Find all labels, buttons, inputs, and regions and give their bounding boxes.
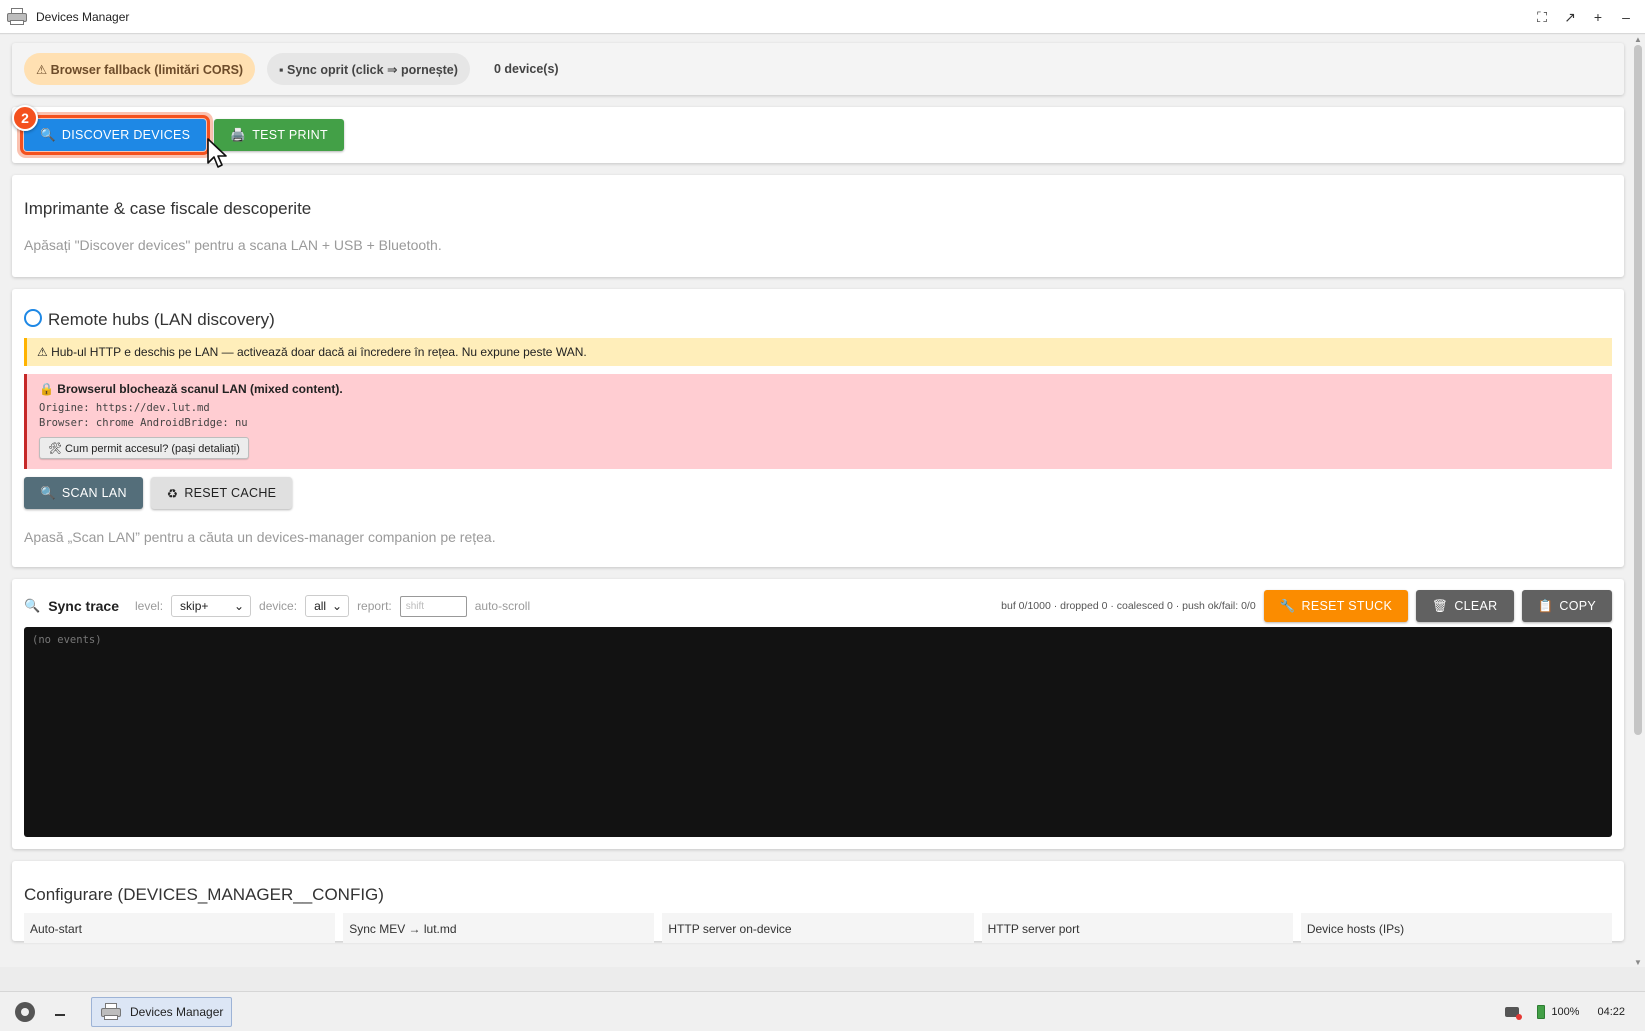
copy-button[interactable]: 📋 COPY bbox=[1521, 590, 1612, 622]
battery-percent: 100% bbox=[1551, 1006, 1580, 1018]
trace-stats: buf 0/1000 · dropped 0 · coalesced 0 · p… bbox=[1001, 600, 1256, 612]
popout-icon[interactable]: ↗ bbox=[1563, 9, 1577, 26]
discover-devices-label: DISCOVER DEVICES bbox=[61, 128, 191, 142]
config-field-http-server[interactable]: HTTP server on-device bbox=[662, 913, 974, 943]
device-select[interactable]: all ⌄ bbox=[305, 595, 350, 617]
magnifier-icon: 🔍 bbox=[24, 598, 41, 613]
battery-indicator[interactable]: 100% bbox=[1537, 1005, 1579, 1019]
status-bar: ⚠ Browser fallback (limitări CORS) ▪ Syn… bbox=[12, 43, 1624, 95]
vertical-scrollbar[interactable]: ▲ ▼ bbox=[1631, 35, 1645, 967]
fullscreen-icon[interactable]: ⛶ bbox=[1535, 9, 1549, 26]
clock[interactable]: 04:22 bbox=[1597, 1006, 1625, 1018]
console-empty-text: (no events) bbox=[32, 634, 102, 646]
window-titlebar: Devices Manager ⛶ ↗ + – bbox=[0, 0, 1645, 34]
trace-console[interactable]: (no events) bbox=[24, 627, 1612, 837]
taskbar-app-devices-manager[interactable]: Devices Manager bbox=[91, 996, 233, 1027]
device-count: 0 device(s) bbox=[493, 62, 559, 76]
device-label: device: bbox=[259, 599, 298, 613]
device-select-value: all bbox=[314, 599, 327, 613]
level-select-value: skip+ bbox=[180, 599, 209, 613]
fallback-status-chip: ⚠ Browser fallback (limitări CORS) bbox=[24, 53, 256, 85]
scrollbar-thumb[interactable] bbox=[1634, 45, 1642, 735]
scroll-down-icon[interactable]: ▼ bbox=[1634, 958, 1642, 967]
config-field-http-port[interactable]: HTTP server port bbox=[981, 913, 1293, 943]
sync-toggle-chip[interactable]: ▪ Sync oprit (click ⇒ pornește) bbox=[267, 53, 470, 85]
reset-cache-label: RESET CACHE bbox=[184, 486, 277, 500]
minimize-all-icon[interactable] bbox=[55, 1013, 65, 1016]
browser-line: Browser: chrome AndroidBridge: nu bbox=[39, 417, 248, 429]
scan-lan-button[interactable]: 🔍 SCAN LAN bbox=[24, 477, 143, 509]
printer-icon: 🖨️ bbox=[230, 127, 247, 142]
search-icon: 🔍 bbox=[40, 127, 56, 142]
mouse-cursor-icon bbox=[207, 138, 227, 168]
recycle-icon: ♻ bbox=[166, 486, 179, 501]
trace-toolbar: 🔍 Sync trace level: skip+ ⌄ device: all … bbox=[24, 590, 1612, 622]
trace-title: Sync trace bbox=[48, 598, 120, 614]
origin-line: Origine: https://dev.lut.md bbox=[39, 402, 210, 414]
sync-trace-section: 🔍 Sync trace level: skip+ ⌄ device: all … bbox=[12, 579, 1624, 849]
chevron-down-icon: ⌄ bbox=[332, 599, 343, 613]
wrench-icon: 🔧 bbox=[1279, 598, 1296, 613]
printers-section: Imprimante & case fiscale descoperite Ap… bbox=[12, 175, 1624, 277]
hubs-hint: Apasă „Scan LAN” pentru a căuta un devic… bbox=[24, 529, 496, 545]
hubs-heading: Remote hubs (LAN discovery) bbox=[24, 309, 1612, 330]
config-field-sync-mev[interactable]: Sync MEV → lut.md bbox=[343, 913, 655, 943]
actions-bar: 🔍 DISCOVER DEVICES 🖨️ TEST PRINT 2 bbox=[12, 105, 1624, 168]
report-label: report: bbox=[357, 599, 392, 613]
config-title: Configurare (DEVICES_MANAGER__CONFIG) bbox=[24, 885, 384, 904]
reset-stuck-label: RESET STUCK bbox=[1301, 599, 1393, 613]
level-select[interactable]: skip+ ⌄ bbox=[171, 595, 252, 617]
minimize-icon[interactable]: – bbox=[1619, 9, 1633, 25]
taskbar-app-label: Devices Manager bbox=[130, 1004, 224, 1019]
window-controls: ⛶ ↗ + – bbox=[1535, 0, 1633, 34]
lan-warning-banner: ⚠ Hub-ul HTTP e deschis pe LAN — activea… bbox=[24, 338, 1612, 366]
maximize-icon[interactable]: + bbox=[1591, 9, 1605, 25]
scan-lan-label: SCAN LAN bbox=[61, 486, 127, 500]
reset-cache-button[interactable]: ♻ RESET CACHE bbox=[150, 477, 293, 509]
scroll-up-icon[interactable]: ▲ bbox=[1634, 35, 1642, 44]
config-section: Configurare (DEVICES_MANAGER__CONFIG) Au… bbox=[12, 861, 1624, 943]
hubs-title: Remote hubs (LAN discovery) bbox=[48, 310, 275, 329]
test-print-label: TEST PRINT bbox=[252, 128, 328, 142]
clear-label: CLEAR bbox=[1454, 599, 1498, 613]
settings-gear-icon[interactable] bbox=[15, 1001, 35, 1022]
globe-icon bbox=[24, 309, 42, 327]
autoscroll-label[interactable]: auto-scroll bbox=[475, 599, 530, 613]
network-disconnected-icon[interactable] bbox=[1505, 1007, 1523, 1020]
window-title: Devices Manager bbox=[36, 9, 130, 24]
taskbar: Devices Manager 100% 04:22 bbox=[0, 991, 1645, 1031]
copy-label: COPY bbox=[1559, 599, 1596, 613]
trash-icon: 🗑 bbox=[1432, 598, 1449, 613]
printers-hint: Apăsați "Discover devices" pentru a scan… bbox=[24, 237, 442, 253]
printer-app-icon bbox=[100, 1002, 122, 1021]
clear-button[interactable]: 🗑 CLEAR bbox=[1416, 590, 1514, 622]
config-field-device-hosts[interactable]: Device hosts (IPs) bbox=[1300, 913, 1613, 943]
clipboard-icon: 📋 bbox=[1537, 598, 1554, 613]
step-badge: 2 bbox=[12, 105, 38, 131]
printers-title: Imprimante & case fiscale descoperite bbox=[24, 199, 312, 218]
main-content: ⚠ Browser fallback (limitări CORS) ▪ Syn… bbox=[0, 35, 1645, 967]
remote-hubs-section: Remote hubs (LAN discovery) ⚠ Hub-ul HTT… bbox=[12, 289, 1624, 567]
discover-devices-button[interactable]: 🔍 DISCOVER DEVICES bbox=[19, 115, 211, 155]
access-help-button[interactable]: 🛠 Cum permit accesul? (pași detaliați) bbox=[39, 437, 249, 459]
system-tray: 100% 04:22 bbox=[1505, 992, 1625, 1031]
error-title: 🔒 Browserul blochează scanul LAN (mixed … bbox=[39, 382, 343, 396]
search-icon: 🔍 bbox=[40, 485, 56, 500]
mixed-content-error: 🔒 Browserul blochează scanul LAN (mixed … bbox=[24, 374, 1612, 469]
chevron-down-icon: ⌄ bbox=[233, 599, 245, 613]
printer-app-icon bbox=[6, 7, 28, 26]
config-fields: Auto-start Sync MEV → lut.md HTTP server… bbox=[24, 913, 1613, 943]
battery-icon bbox=[1537, 1005, 1546, 1019]
level-label: level: bbox=[135, 599, 164, 613]
test-print-button[interactable]: 🖨️ TEST PRINT bbox=[214, 119, 344, 151]
config-field-autostart[interactable]: Auto-start bbox=[24, 913, 336, 943]
report-input[interactable]: shift bbox=[399, 595, 467, 617]
hub-actions: 🔍 SCAN LAN ♻ RESET CACHE bbox=[24, 477, 1612, 509]
reset-stuck-button[interactable]: 🔧 RESET STUCK bbox=[1263, 590, 1409, 622]
